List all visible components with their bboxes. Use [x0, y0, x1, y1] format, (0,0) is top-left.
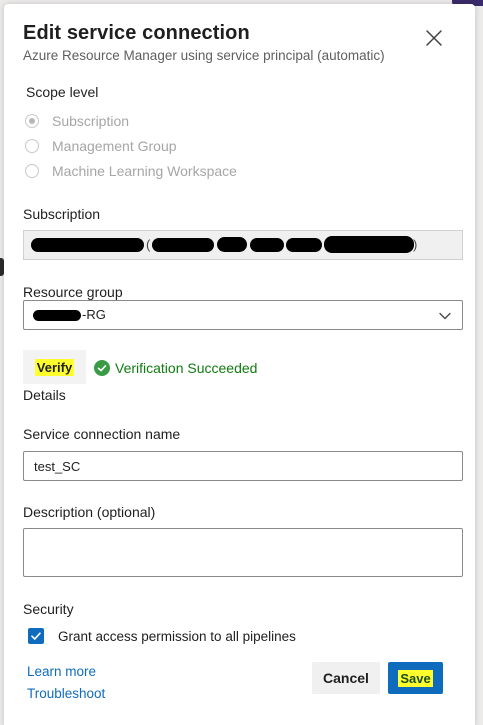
redacted-text: [286, 238, 322, 252]
scope-option-label: Subscription: [52, 113, 130, 129]
description-label: Description (optional): [23, 504, 156, 520]
redacted-text: [152, 238, 214, 252]
scope-option-management-group[interactable]: Management Group: [25, 136, 177, 156]
resource-group-value: -RG: [82, 307, 106, 322]
subscription-paren-close: ): [413, 237, 418, 252]
scope-option-label: Management Group: [52, 138, 177, 154]
learn-more-link[interactable]: Learn more: [27, 664, 96, 679]
chevron-down-icon: [439, 312, 451, 320]
subscription-field: ( ): [23, 230, 463, 260]
details-heading: Details: [23, 387, 66, 403]
security-heading: Security: [23, 601, 74, 617]
scope-level-label: Scope level: [26, 84, 99, 100]
dialog-subtitle: Azure Resource Manager using service pri…: [23, 48, 385, 63]
resource-group-label: Resource group: [23, 284, 123, 300]
redacted-text: [250, 238, 284, 252]
close-button[interactable]: [422, 26, 446, 50]
close-icon: [426, 30, 442, 46]
redacted-text: [31, 238, 144, 252]
redacted-text: [33, 310, 81, 321]
verify-button-label: Verify: [34, 358, 75, 376]
radio-selected-icon: [25, 114, 39, 128]
subscription-label: Subscription: [23, 206, 101, 222]
service-connection-name-input[interactable]: [23, 451, 463, 481]
description-textarea[interactable]: [23, 528, 463, 577]
save-button[interactable]: Save: [388, 662, 443, 694]
radio-unselected-icon: [25, 164, 39, 178]
radio-unselected-icon: [25, 139, 39, 153]
save-button-label: Save: [398, 669, 433, 687]
scope-option-label: Machine Learning Workspace: [52, 163, 237, 179]
scope-option-subscription[interactable]: Subscription: [25, 111, 129, 131]
verification-status-text: Verification Succeeded: [115, 360, 258, 376]
cancel-button[interactable]: Cancel: [312, 662, 380, 694]
verification-status: Verification Succeeded: [94, 360, 257, 376]
verify-button[interactable]: Verify: [23, 350, 86, 384]
grant-access-checkbox-row[interactable]: Grant access permission to all pipelines: [28, 628, 296, 644]
scope-option-ml-workspace[interactable]: Machine Learning Workspace: [25, 161, 237, 181]
troubleshoot-link[interactable]: Troubleshoot: [27, 686, 105, 701]
edit-service-connection-dialog: Edit service connection Azure Resource M…: [4, 4, 475, 725]
checkmark-icon: [31, 632, 41, 640]
service-connection-name-label: Service connection name: [23, 426, 181, 442]
dialog-title: Edit service connection: [23, 22, 250, 44]
grant-access-label: Grant access permission to all pipelines: [58, 628, 296, 644]
resource-group-dropdown[interactable]: -RG: [23, 300, 463, 330]
grant-access-checkbox[interactable]: [28, 628, 44, 644]
subscription-paren-open: (: [146, 237, 151, 252]
redacted-text: [324, 236, 414, 253]
check-circle-icon: [94, 360, 110, 376]
redacted-text: [217, 237, 247, 252]
